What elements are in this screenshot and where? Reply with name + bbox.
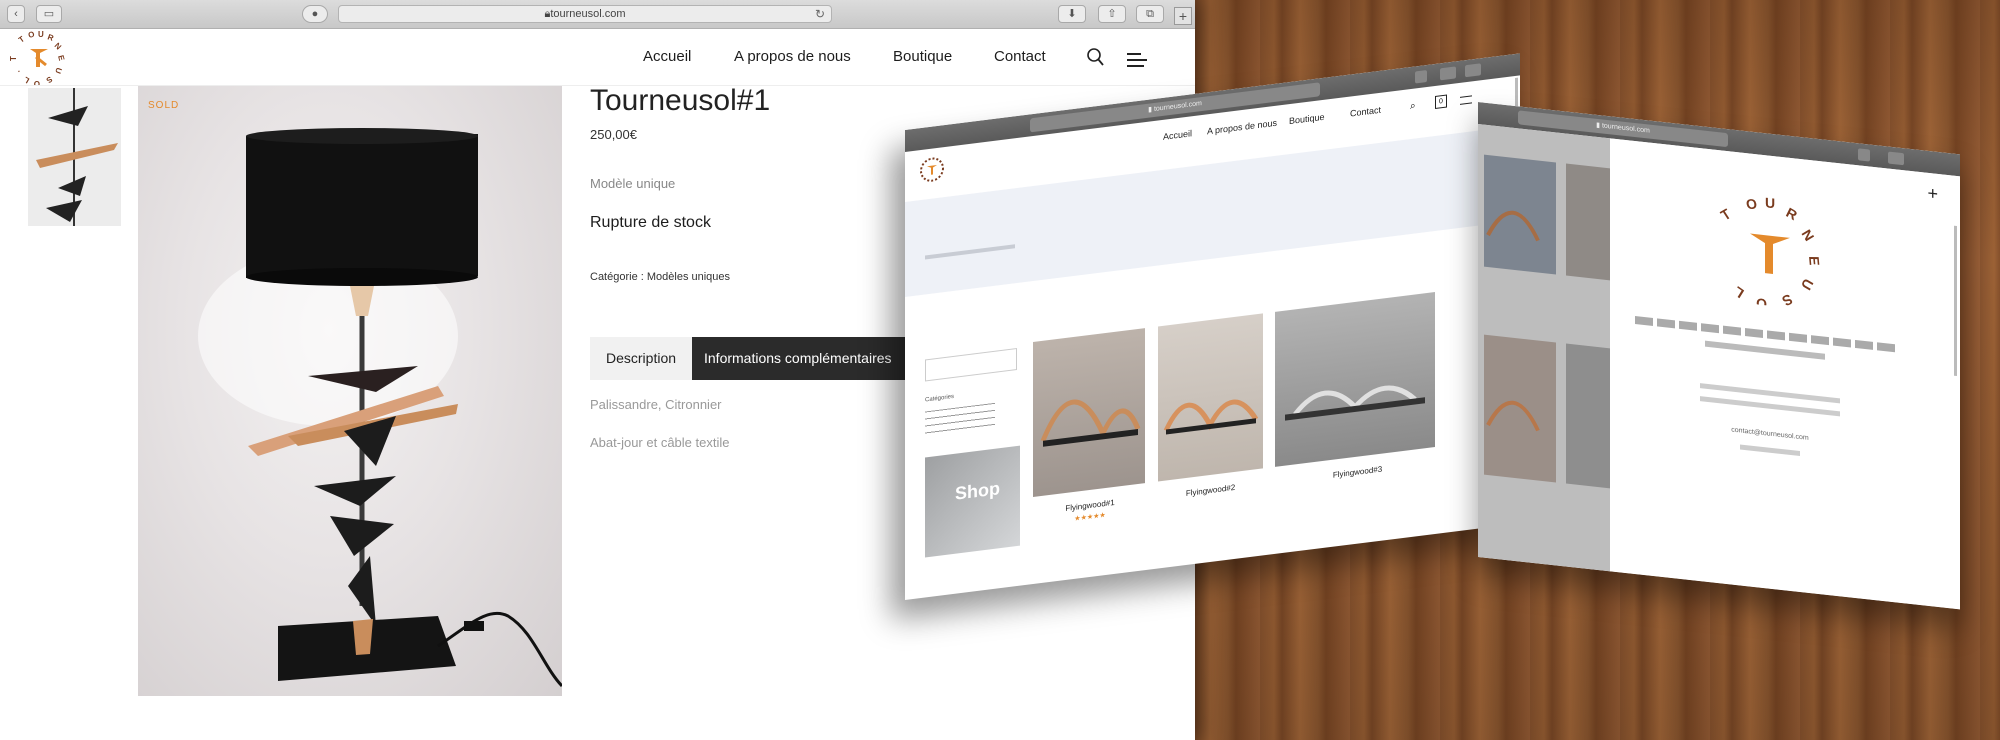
shop-screen-mockup: ▮ tourneusol.com Accueil A propos de nou… (905, 53, 1520, 600)
nav-boutique: Boutique (1289, 111, 1325, 127)
nav-boutique[interactable]: Boutique (893, 48, 952, 65)
svg-text:O: O (27, 31, 35, 40)
svg-text:R: R (1784, 204, 1800, 223)
svg-text:L: L (1731, 283, 1747, 301)
product-name-3: Flyingwood#3 (1332, 464, 1383, 480)
address-bar[interactable]: 🔒︎tourneusol.com ↻ (338, 5, 832, 23)
search-icon: ⌕ (1410, 100, 1416, 113)
stock-status: Rupture de stock (590, 214, 711, 231)
share-icon (1888, 151, 1904, 166)
side-panel: + T O U R N E U S O L contact@tourneusol… (1610, 138, 1960, 610)
product-subtitle: Modèle unique (590, 176, 676, 191)
svg-text:N: N (1799, 227, 1818, 244)
tabs-icon (1465, 63, 1481, 78)
address-bar-url: tourneusol.com (550, 8, 626, 20)
nav-contact[interactable]: Contact (994, 48, 1046, 65)
svg-text:U: U (53, 66, 64, 75)
svg-text:U: U (1765, 194, 1775, 211)
product-card-1 (1033, 328, 1145, 498)
svg-text:.: . (13, 69, 22, 75)
svg-text:E: E (1806, 256, 1823, 266)
cart-icon: 0 (1435, 94, 1447, 109)
nav-accueil: Accueil (1163, 128, 1193, 142)
tourneusol-logo[interactable]: T O U R N E U S O L . T (10, 31, 68, 85)
category-list (925, 402, 995, 438)
back-icon[interactable]: ‹ (7, 5, 25, 23)
svg-text:U: U (38, 31, 44, 39)
svg-text:U: U (1798, 276, 1817, 293)
tagline-line-2 (1705, 340, 1825, 360)
svg-text:S: S (44, 74, 54, 85)
download-icon (1415, 69, 1427, 84)
svg-text:T: T (10, 56, 18, 61)
svg-text:R: R (46, 32, 55, 43)
shop-banner: Shop (925, 445, 1020, 558)
download-icon (1858, 148, 1870, 162)
scrollbar (1954, 225, 1957, 377)
svg-text:O: O (1745, 195, 1759, 212)
dimmed-product-grid (1478, 124, 1610, 572)
product-thumbnail[interactable] (28, 88, 121, 226)
nav-accueil[interactable]: Accueil (643, 48, 691, 65)
contact-email: contact@tourneusol.com (1731, 426, 1809, 442)
tourneusol-logo-large: T O U R N E U S O L (1718, 194, 1823, 312)
cart-count: 0 (1439, 97, 1443, 106)
tabs-icon[interactable]: ⧉ (1136, 5, 1164, 23)
svg-text:S: S (1779, 291, 1795, 309)
share-icon[interactable]: ⇧ (1098, 5, 1126, 23)
svg-text:O: O (34, 79, 40, 85)
tab-informations[interactable]: Informations complémentaires (692, 337, 912, 380)
svg-text:O: O (1756, 295, 1767, 312)
share-icon (1440, 66, 1456, 81)
breadcrumb-band (905, 125, 1520, 297)
info-line-materials: Palissandre, Citronnier (590, 397, 722, 412)
site-header: T O U R N E U S O L . T Accueil A propos… (0, 29, 1195, 86)
product-price: 250,00€ (590, 127, 637, 142)
svg-text:L: L (22, 75, 31, 85)
svg-text:E: E (56, 54, 66, 62)
product-card-3 (1275, 291, 1435, 467)
search-field (925, 348, 1017, 382)
download-icon[interactable]: ⬇ (1058, 5, 1086, 23)
close-icon: + (1927, 182, 1938, 204)
sidebar-title: Catégories (925, 393, 955, 404)
sold-badge: SOLD (148, 100, 180, 111)
info-line-shade: Abat-jour et câble textile (590, 435, 730, 450)
nav-contact: Contact (1350, 104, 1382, 119)
nav-a-propos: A propos de nous (1207, 117, 1278, 137)
svg-text:T: T (17, 34, 26, 44)
shop-label: Shop (955, 478, 1000, 504)
product-title: Tourneusol#1 (590, 84, 771, 117)
phone-line (1740, 444, 1800, 456)
menu-screen-mockup: ▮ tourneusol.com + T O U R N E U S O L c… (1478, 102, 1960, 610)
browser-toolbar: ‹ ▭ ● 🔒︎tourneusol.com ↻ ⬇ ⇧ ⧉ (0, 0, 1195, 29)
reload-icon[interactable]: ↻ (815, 7, 825, 21)
menu-icon[interactable] (1127, 53, 1147, 67)
nav-a-propos[interactable]: A propos de nous (734, 48, 851, 65)
sidebar-toggle-icon[interactable]: ▭ (36, 5, 62, 23)
new-tab-icon[interactable]: + (1174, 7, 1192, 25)
menu-icon (1460, 95, 1472, 105)
tab-description[interactable]: Description (590, 337, 692, 380)
svg-text:N: N (53, 41, 64, 52)
privacy-shield-icon[interactable]: ● (302, 5, 328, 23)
product-category[interactable]: Catégorie : Modèles uniques (590, 271, 730, 283)
product-card-2 (1158, 313, 1263, 482)
tourneusol-logo (920, 157, 944, 182)
search-icon[interactable] (1085, 47, 1105, 67)
product-image[interactable] (138, 86, 562, 696)
svg-text:T: T (1718, 205, 1735, 223)
product-name-2: Flyingwood#2 (1185, 482, 1236, 499)
